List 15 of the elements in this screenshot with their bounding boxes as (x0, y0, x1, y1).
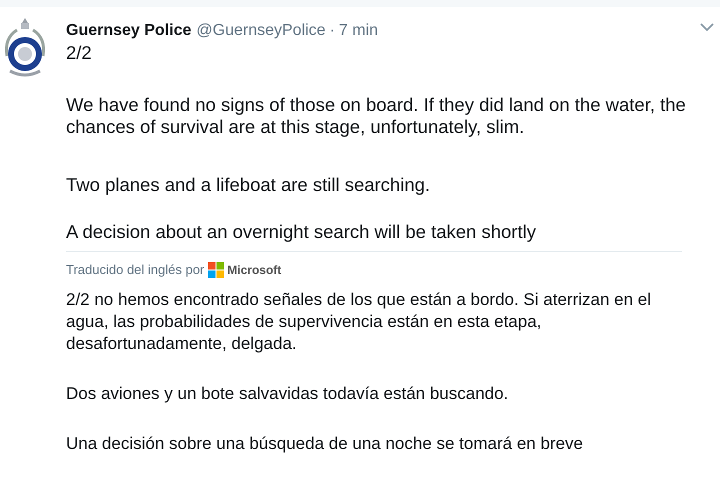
translated-text: Una decisión sobre una búsqueda de una noche se tomará en breve (66, 433, 584, 455)
author-name[interactable]: Guernsey Police (66, 20, 192, 42)
separator: · (330, 21, 335, 41)
translation-label: Traducido del inglés por (66, 261, 204, 280)
translated-text: 2/2 no hemos encontrado señales de los que están a bordo. Si aterrizan en el agua, las probabilidades de supervivencia están en esta etapa, desafortunadamente, delgada. (66, 289, 652, 355)
provider-name[interactable]: Microsoft (227, 261, 282, 279)
windows-logo-icon (208, 262, 224, 278)
chevron-down-icon[interactable] (700, 23, 714, 32)
tweet-text: A decision about an overnight search will be taken shortly (66, 221, 537, 243)
author-handle[interactable]: @GuernseyPolice (196, 20, 326, 42)
tweet-text: Two planes and a lifeboat are still searching. (66, 174, 432, 196)
translated-text: Dos aviones y un bote salvavidas todavía están buscando. (66, 383, 510, 405)
tweet-time[interactable]: 7 min (338, 20, 378, 42)
tweet-text: We have found no signs of those on board. If they did land on the water, the chances of survival are at this stage, unfortunately, slim. (66, 94, 687, 138)
tweet-text: 2/2 (66, 42, 93, 64)
